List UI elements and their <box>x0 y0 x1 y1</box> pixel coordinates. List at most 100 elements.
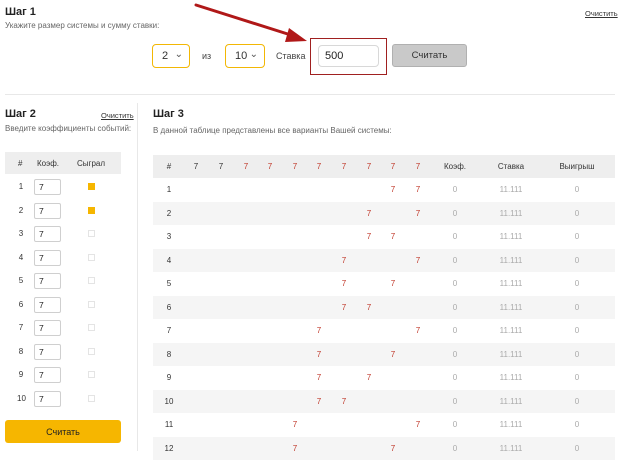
stake-input[interactable]: 500 <box>318 45 379 67</box>
calculate-button-bottom[interactable]: Считать <box>5 420 121 443</box>
coef-input[interactable]: 7 <box>34 273 61 289</box>
played-checkbox[interactable] <box>88 324 95 331</box>
red-arrow-icon <box>194 3 307 42</box>
row-pick-mark: 7 <box>390 279 396 288</box>
table-row <box>153 178 615 201</box>
row-index: 8 <box>166 349 172 359</box>
played-checkbox[interactable] <box>88 206 95 214</box>
chevron-down-icon: ⌄ <box>174 49 183 60</box>
coef-input[interactable]: 7 <box>34 296 61 313</box>
coef-input[interactable]: 7 <box>34 390 61 407</box>
row-pick-mark: 7 <box>390 232 396 241</box>
step3-title: Шаг 3 <box>153 108 184 120</box>
table-row <box>153 389 615 413</box>
row-coef: 0 <box>452 349 458 359</box>
table-row <box>153 248 615 272</box>
row-pick-mark: 7 <box>390 185 396 194</box>
table-row <box>153 225 615 248</box>
coef-input[interactable]: 7 <box>34 249 61 266</box>
coef-row-index: 1 <box>18 182 24 191</box>
step3-description: В данной таблице представлены все вариан… <box>153 126 392 135</box>
row-index: 2 <box>166 208 172 218</box>
system-header-event: 7 <box>390 162 396 171</box>
divider <box>5 94 615 95</box>
row-pick-mark: 7 <box>341 279 347 288</box>
row-stake: 11.111 <box>499 420 523 429</box>
system-header-event: 7 <box>218 162 224 171</box>
played-checkbox[interactable] <box>88 371 95 378</box>
row-stake: 11.111 <box>499 326 523 335</box>
row-index: 7 <box>166 326 172 335</box>
played-checkbox[interactable] <box>88 230 95 237</box>
system-header-event: 7 <box>366 162 372 171</box>
coef-input[interactable]: 7 <box>34 320 61 336</box>
coef-input[interactable]: 7 <box>34 202 61 219</box>
row-win: 0 <box>574 185 580 194</box>
row-index: 11 <box>164 420 174 429</box>
coef-input[interactable]: 7 <box>34 367 61 383</box>
row-pick-mark: 7 <box>316 373 322 382</box>
coef-row-index: 4 <box>18 252 24 262</box>
row-pick-mark: 7 <box>341 302 347 312</box>
coef-header-index: # <box>18 159 23 168</box>
row-win: 0 <box>574 420 580 429</box>
played-checkbox[interactable] <box>88 277 95 284</box>
played-checkbox[interactable] <box>88 347 95 355</box>
row-win: 0 <box>574 302 580 312</box>
row-pick-mark: 7 <box>341 255 347 265</box>
played-checkbox[interactable] <box>88 253 95 261</box>
row-index: 6 <box>166 302 172 312</box>
row-pick-mark: 7 <box>415 185 421 194</box>
played-checkbox[interactable] <box>88 300 95 308</box>
row-stake: 11.111 <box>499 255 523 265</box>
coef-row-index: 9 <box>18 370 24 379</box>
coef-input[interactable]: 7 <box>34 226 61 242</box>
row-win: 0 <box>574 349 580 359</box>
system-header-index: # <box>166 162 172 171</box>
coef-header-played: Сыграл <box>77 159 106 168</box>
row-coef: 0 <box>452 208 458 218</box>
table-row <box>153 342 615 366</box>
table-row <box>153 272 615 295</box>
row-coef: 0 <box>452 443 458 453</box>
row-pick-mark: 7 <box>316 396 322 406</box>
row-stake: 11.111 <box>499 279 523 288</box>
row-stake: 11.111 <box>499 396 523 406</box>
row-win: 0 <box>574 279 580 288</box>
stake-label: Ставка <box>276 51 306 61</box>
row-win: 0 <box>574 443 580 453</box>
system-size-select[interactable]: 2 ⌄ <box>152 44 190 68</box>
coef-row-index: 7 <box>18 323 24 332</box>
table-row <box>153 319 615 342</box>
system-header-event: 7 <box>316 162 322 171</box>
row-index: 10 <box>164 396 174 406</box>
total-events-select[interactable]: 10 ⌄ <box>225 44 265 68</box>
row-coef: 0 <box>452 255 458 265</box>
step1-clear-link[interactable]: Очистить <box>585 9 618 18</box>
row-win: 0 <box>574 373 580 382</box>
played-checkbox[interactable] <box>88 394 95 402</box>
step1-description: Укажите размер системы и сумму ставки: <box>5 21 160 30</box>
step2-clear-link[interactable]: Очистить <box>101 111 134 120</box>
row-pick-mark: 7 <box>415 326 421 335</box>
coef-row-index: 10 <box>17 393 26 403</box>
row-coef: 0 <box>452 326 458 335</box>
system-header-coef: Коэф. <box>444 162 466 171</box>
row-pick-mark: 7 <box>390 443 396 453</box>
coef-input[interactable]: 7 <box>34 343 61 360</box>
row-coef: 0 <box>452 396 458 406</box>
coef-input[interactable]: 7 <box>34 179 61 195</box>
row-pick-mark: 7 <box>366 232 372 241</box>
table-row <box>153 436 615 460</box>
row-stake: 11.111 <box>499 185 523 194</box>
coef-row-index: 5 <box>18 276 24 285</box>
system-header-event: 7 <box>292 162 298 171</box>
played-checkbox[interactable] <box>88 183 95 190</box>
row-pick-mark: 7 <box>341 396 347 406</box>
coef-header-coef: Коэф. <box>37 159 59 168</box>
table-row <box>153 201 615 225</box>
step1-title: Шаг 1 <box>5 6 36 18</box>
row-win: 0 <box>574 255 580 265</box>
calculate-button-top[interactable]: Считать <box>392 44 467 67</box>
total-events-value: 10 <box>235 50 248 62</box>
